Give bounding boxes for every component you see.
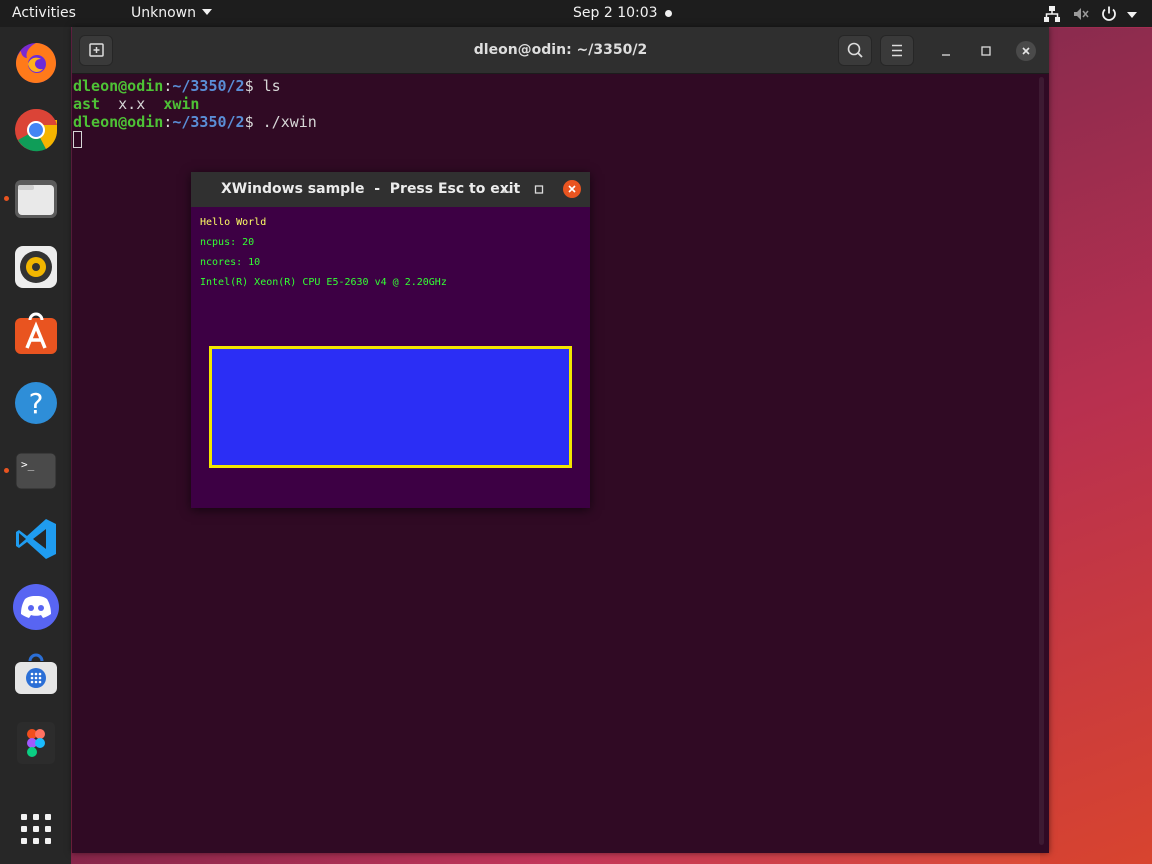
minimize-button[interactable] <box>496 180 516 200</box>
terminal-header[interactable]: dleon@odin: ~/3350/2 <box>72 27 1049 74</box>
xwindows-sample-window[interactable]: XWindows sample - Press Esc to exit Hell… <box>191 172 590 508</box>
search-button[interactable] <box>838 35 872 66</box>
vscode-icon[interactable] <box>13 516 59 562</box>
dock: ? >_ <box>0 27 71 864</box>
prompt-user: dleon@odin <box>73 113 164 131</box>
file-entry: ast <box>73 95 101 113</box>
app-menu[interactable]: Unknown <box>131 0 212 27</box>
rhythmbox-icon[interactable] <box>13 244 59 290</box>
ncpus-text: ncpus: 20 <box>200 237 255 248</box>
cpu-model-text: Intel(R) Xeon(R) CPU E5-2630 v4 @ 2.20GH… <box>200 277 447 288</box>
firefox-icon[interactable] <box>13 39 59 85</box>
chevron-down-icon <box>202 9 212 15</box>
clock-time: 10:03 <box>617 5 658 21</box>
wallpaper <box>1040 28 1152 864</box>
close-button[interactable] <box>1016 41 1036 61</box>
terminal-line: dleon@odin:~/3350/2$ ./xwin <box>73 113 317 131</box>
clock[interactable]: Sep 2 10:03 <box>573 0 658 27</box>
activities-button[interactable]: Activities <box>12 0 76 27</box>
prompt-path: ~/3350/2 <box>172 77 245 95</box>
terminal-line <box>73 131 1033 149</box>
command-text: ./xwin <box>253 113 317 131</box>
running-indicator <box>4 196 9 201</box>
hello-world-text: Hello World <box>200 217 267 228</box>
app-grid-icon[interactable] <box>13 806 59 852</box>
xwin-header[interactable]: XWindows sample - Press Esc to exit <box>191 172 590 207</box>
ncores-text: ncores: 10 <box>200 257 261 268</box>
scrollbar[interactable] <box>1039 77 1044 845</box>
prompt-user: dleon@odin <box>73 77 164 95</box>
top-bar: Activities Unknown Sep 2 10:03 <box>0 0 1152 27</box>
close-icon <box>1022 47 1030 55</box>
minimize-button[interactable] <box>936 41 956 61</box>
software-icon[interactable] <box>13 312 59 358</box>
close-icon <box>568 185 576 193</box>
terminal-line: dleon@odin:~/3350/2$ ls <box>73 77 281 95</box>
help-icon[interactable]: ? <box>13 380 59 426</box>
volume-muted-icon[interactable] <box>1072 5 1090 23</box>
maximize-button[interactable] <box>976 41 996 61</box>
power-icon[interactable] <box>1100 5 1118 23</box>
text-cursor <box>73 131 82 148</box>
file-entry: xwin <box>163 95 200 113</box>
xwin-title: XWindows sample - Press Esc to exit <box>221 181 521 197</box>
hamburger-menu-icon <box>892 44 902 57</box>
terminal-line: ast x.x xwin <box>73 95 1033 113</box>
discord-icon[interactable] <box>13 584 59 630</box>
file-entry: x.x <box>118 95 146 113</box>
svg-text:>_: >_ <box>21 458 35 471</box>
app-menu-label: Unknown <box>131 5 196 21</box>
svg-text:?: ? <box>29 387 44 420</box>
maximize-button[interactable] <box>529 180 549 200</box>
files-icon[interactable] <box>13 176 59 222</box>
clock-date: Sep 2 <box>573 5 613 21</box>
snapstore-icon[interactable] <box>13 652 59 698</box>
terminal-icon[interactable]: >_ <box>13 448 59 494</box>
system-menu-chevron-down-icon[interactable] <box>1127 8 1137 24</box>
command-text: ls <box>253 77 281 95</box>
figma-icon[interactable] <box>13 720 59 766</box>
search-icon <box>847 42 863 58</box>
network-icon[interactable] <box>1043 5 1061 23</box>
close-button[interactable] <box>563 180 581 198</box>
drawn-rectangle <box>209 346 572 468</box>
prompt-path: ~/3350/2 <box>172 113 245 131</box>
running-indicator <box>4 468 9 473</box>
menu-button[interactable] <box>880 35 914 66</box>
chrome-icon[interactable] <box>13 107 59 153</box>
notification-dot-icon <box>665 10 672 17</box>
